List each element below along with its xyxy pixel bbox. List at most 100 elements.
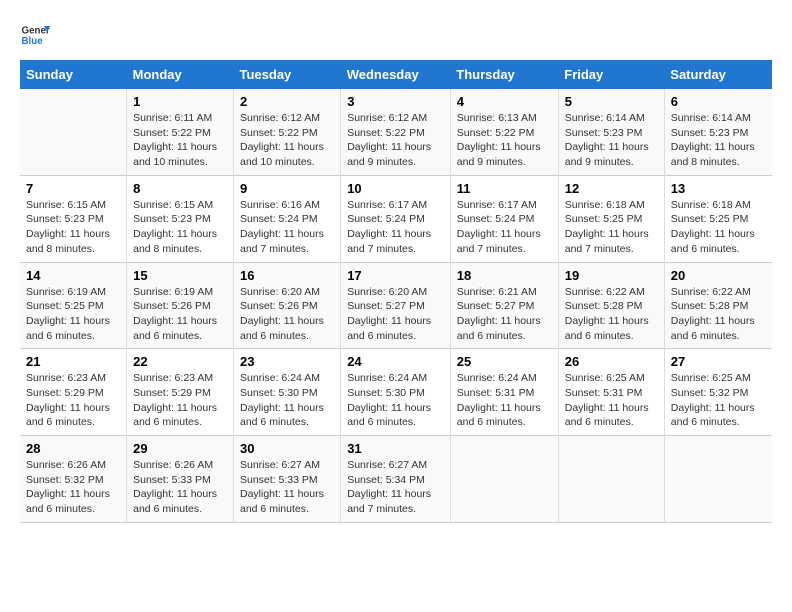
calendar-cell: 23 Sunrise: 6:24 AMSunset: 5:30 PMDayligh… — [234, 349, 341, 436]
day-info: Sunrise: 6:17 AMSunset: 5:24 PMDaylight:… — [347, 198, 444, 257]
day-number: 20 — [671, 268, 766, 283]
calendar-cell: 9 Sunrise: 6:16 AMSunset: 5:24 PMDaylight… — [234, 175, 341, 262]
day-number: 11 — [457, 181, 552, 196]
day-number: 30 — [240, 441, 334, 456]
day-number: 17 — [347, 268, 444, 283]
day-info: Sunrise: 6:24 AMSunset: 5:30 PMDaylight:… — [240, 371, 334, 430]
day-number: 19 — [565, 268, 658, 283]
calendar-cell: 21 Sunrise: 6:23 AMSunset: 5:29 PMDayligh… — [20, 349, 127, 436]
calendar-cell — [558, 436, 664, 523]
calendar-cell: 16 Sunrise: 6:20 AMSunset: 5:26 PMDayligh… — [234, 262, 341, 349]
calendar-cell: 26 Sunrise: 6:25 AMSunset: 5:31 PMDayligh… — [558, 349, 664, 436]
day-number: 7 — [26, 181, 120, 196]
calendar-cell: 19 Sunrise: 6:22 AMSunset: 5:28 PMDayligh… — [558, 262, 664, 349]
day-number: 14 — [26, 268, 120, 283]
day-number: 13 — [671, 181, 766, 196]
day-info: Sunrise: 6:26 AMSunset: 5:32 PMDaylight:… — [26, 458, 120, 517]
calendar-cell: 2Sunrise: 6:12 AMSunset: 5:22 PMDaylight… — [234, 89, 341, 175]
calendar-cell: 20 Sunrise: 6:22 AMSunset: 5:28 PMDayligh… — [664, 262, 772, 349]
calendar-week-row: 14 Sunrise: 6:19 AMSunset: 5:25 PMDayligh… — [20, 262, 772, 349]
logo: General Blue — [20, 20, 50, 50]
calendar-cell: 8 Sunrise: 6:15 AMSunset: 5:23 PMDaylight… — [127, 175, 234, 262]
day-info: Sunrise: 6:27 AMSunset: 5:34 PMDaylight:… — [347, 458, 444, 517]
day-info: Sunrise: 6:25 AMSunset: 5:31 PMDaylight:… — [565, 371, 658, 430]
day-number: 3 — [347, 94, 444, 109]
day-number: 25 — [457, 354, 552, 369]
day-number: 2 — [240, 94, 334, 109]
calendar-cell: 29Sunrise: 6:26 AMSunset: 5:33 PMDayligh… — [127, 436, 234, 523]
day-info: Sunrise: 6:14 AMSunset: 5:23 PMDaylight:… — [671, 111, 766, 170]
day-number: 21 — [26, 354, 120, 369]
col-header-wednesday: Wednesday — [341, 60, 451, 89]
svg-text:Blue: Blue — [22, 36, 44, 47]
day-number: 12 — [565, 181, 658, 196]
calendar-cell: 10Sunrise: 6:17 AMSunset: 5:24 PMDayligh… — [341, 175, 451, 262]
day-number: 15 — [133, 268, 227, 283]
calendar-cell: 15 Sunrise: 6:19 AMSunset: 5:26 PMDayligh… — [127, 262, 234, 349]
header: General Blue — [20, 20, 772, 50]
calendar-cell: 31 Sunrise: 6:27 AMSunset: 5:34 PMDayligh… — [341, 436, 451, 523]
calendar-cell: 27Sunrise: 6:25 AMSunset: 5:32 PMDayligh… — [664, 349, 772, 436]
day-number: 5 — [565, 94, 658, 109]
day-info: Sunrise: 6:22 AMSunset: 5:28 PMDaylight:… — [565, 285, 658, 344]
day-info: Sunrise: 6:17 AMSunset: 5:24 PMDaylight:… — [457, 198, 552, 257]
calendar-cell: 28 Sunrise: 6:26 AMSunset: 5:32 PMDayligh… — [20, 436, 127, 523]
day-info: Sunrise: 6:23 AMSunset: 5:29 PMDaylight:… — [26, 371, 120, 430]
day-info: Sunrise: 6:20 AMSunset: 5:26 PMDaylight:… — [240, 285, 334, 344]
day-number: 22 — [133, 354, 227, 369]
calendar-cell: 7 Sunrise: 6:15 AMSunset: 5:23 PMDaylight… — [20, 175, 127, 262]
calendar-week-row: 1Sunrise: 6:11 AMSunset: 5:22 PMDaylight… — [20, 89, 772, 175]
day-info: Sunrise: 6:21 AMSunset: 5:27 PMDaylight:… — [457, 285, 552, 344]
calendar-cell: 6 Sunrise: 6:14 AMSunset: 5:23 PMDaylight… — [664, 89, 772, 175]
calendar-cell: 30 Sunrise: 6:27 AMSunset: 5:33 PMDayligh… — [234, 436, 341, 523]
day-info: Sunrise: 6:15 AMSunset: 5:23 PMDaylight:… — [133, 198, 227, 257]
day-number: 27 — [671, 354, 766, 369]
col-header-monday: Monday — [127, 60, 234, 89]
calendar-cell: 13 Sunrise: 6:18 AMSunset: 5:25 PMDayligh… — [664, 175, 772, 262]
day-number: 16 — [240, 268, 334, 283]
day-number: 18 — [457, 268, 552, 283]
calendar-cell: 18 Sunrise: 6:21 AMSunset: 5:27 PMDayligh… — [450, 262, 558, 349]
col-header-tuesday: Tuesday — [234, 60, 341, 89]
col-header-saturday: Saturday — [664, 60, 772, 89]
calendar-cell — [20, 89, 127, 175]
day-info: Sunrise: 6:23 AMSunset: 5:29 PMDaylight:… — [133, 371, 227, 430]
day-info: Sunrise: 6:15 AMSunset: 5:23 PMDaylight:… — [26, 198, 120, 257]
day-info: Sunrise: 6:24 AMSunset: 5:31 PMDaylight:… — [457, 371, 552, 430]
day-number: 23 — [240, 354, 334, 369]
day-number: 9 — [240, 181, 334, 196]
col-header-sunday: Sunday — [20, 60, 127, 89]
calendar-cell: 24Sunrise: 6:24 AMSunset: 5:30 PMDayligh… — [341, 349, 451, 436]
calendar-cell: 17 Sunrise: 6:20 AMSunset: 5:27 PMDayligh… — [341, 262, 451, 349]
day-info: Sunrise: 6:27 AMSunset: 5:33 PMDaylight:… — [240, 458, 334, 517]
day-info: Sunrise: 6:14 AMSunset: 5:23 PMDaylight:… — [565, 111, 658, 170]
day-number: 28 — [26, 441, 120, 456]
day-info: Sunrise: 6:20 AMSunset: 5:27 PMDaylight:… — [347, 285, 444, 344]
day-info: Sunrise: 6:18 AMSunset: 5:25 PMDaylight:… — [565, 198, 658, 257]
day-number: 8 — [133, 181, 227, 196]
calendar-cell: 14 Sunrise: 6:19 AMSunset: 5:25 PMDayligh… — [20, 262, 127, 349]
day-info: Sunrise: 6:13 AMSunset: 5:22 PMDaylight:… — [457, 111, 552, 170]
calendar-cell — [450, 436, 558, 523]
day-info: Sunrise: 6:19 AMSunset: 5:26 PMDaylight:… — [133, 285, 227, 344]
calendar-cell: 25 Sunrise: 6:24 AMSunset: 5:31 PMDayligh… — [450, 349, 558, 436]
calendar-week-row: 21 Sunrise: 6:23 AMSunset: 5:29 PMDayligh… — [20, 349, 772, 436]
calendar-cell — [664, 436, 772, 523]
day-info: Sunrise: 6:18 AMSunset: 5:25 PMDaylight:… — [671, 198, 766, 257]
calendar-table: SundayMondayTuesdayWednesdayThursdayFrid… — [20, 60, 772, 523]
day-info: Sunrise: 6:16 AMSunset: 5:24 PMDaylight:… — [240, 198, 334, 257]
calendar-cell: 1Sunrise: 6:11 AMSunset: 5:22 PMDaylight… — [127, 89, 234, 175]
calendar-cell: 11 Sunrise: 6:17 AMSunset: 5:24 PMDayligh… — [450, 175, 558, 262]
day-number: 6 — [671, 94, 766, 109]
day-info: Sunrise: 6:22 AMSunset: 5:28 PMDaylight:… — [671, 285, 766, 344]
calendar-week-row: 7 Sunrise: 6:15 AMSunset: 5:23 PMDaylight… — [20, 175, 772, 262]
day-info: Sunrise: 6:19 AMSunset: 5:25 PMDaylight:… — [26, 285, 120, 344]
calendar-header-row: SundayMondayTuesdayWednesdayThursdayFrid… — [20, 60, 772, 89]
day-number: 29 — [133, 441, 227, 456]
calendar-cell: 12 Sunrise: 6:18 AMSunset: 5:25 PMDayligh… — [558, 175, 664, 262]
day-number: 4 — [457, 94, 552, 109]
day-info: Sunrise: 6:12 AMSunset: 5:22 PMDaylight:… — [347, 111, 444, 170]
logo-icon: General Blue — [20, 20, 50, 50]
day-number: 31 — [347, 441, 444, 456]
day-number: 26 — [565, 354, 658, 369]
